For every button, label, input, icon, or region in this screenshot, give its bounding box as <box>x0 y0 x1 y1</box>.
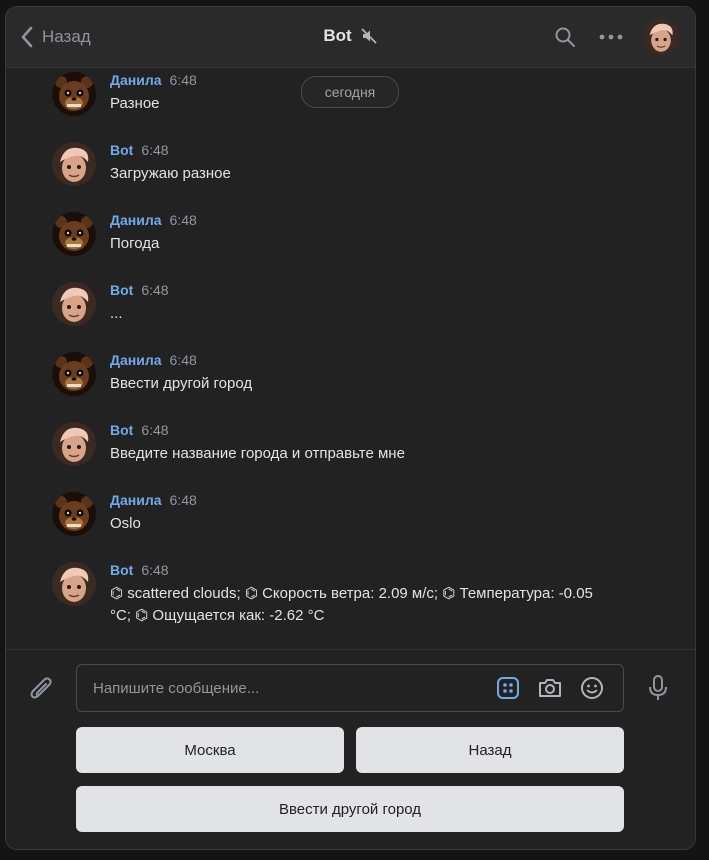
chat-title-text: Bot <box>323 26 352 45</box>
message-meta: Bot 6:48 <box>110 422 169 438</box>
message-input[interactable] <box>91 665 465 711</box>
search-icon <box>555 27 575 47</box>
message-meta: Данила 6:48 <box>110 72 197 88</box>
sender-name[interactable]: Bot <box>110 562 133 578</box>
keyboard-button-back[interactable]: Назад <box>356 727 624 773</box>
message-meta: Данила 6:48 <box>110 352 197 368</box>
attach-button[interactable] <box>28 674 56 707</box>
message-time: 6:48 <box>169 212 197 228</box>
composer: Москва Назад Ввести другой город <box>6 649 695 849</box>
message-text: Загружаю разное <box>110 165 231 182</box>
camera-icon <box>539 679 561 697</box>
message-text: Ввести другой город <box>110 375 253 392</box>
chat-avatar[interactable] <box>643 19 679 55</box>
message-text: Погода <box>110 235 160 252</box>
bot-avatar[interactable] <box>52 282 96 326</box>
mute-icon <box>361 28 377 44</box>
message-meta: Bot 6:48 <box>110 562 169 578</box>
keyboard-button[interactable] <box>493 673 523 703</box>
chat-window: Назад Bot сегодня Данила 6:48 Разное Bot… <box>5 6 696 850</box>
keyboard-button-other-city[interactable]: Ввести другой город <box>76 786 624 832</box>
message-meta: Bot 6:48 <box>110 142 169 158</box>
bot-avatar[interactable] <box>52 562 96 606</box>
user-avatar[interactable] <box>52 72 96 116</box>
message-text: Oslo <box>110 515 141 532</box>
message-meta: Данила 6:48 <box>110 212 197 228</box>
message-time: 6:48 <box>141 142 169 158</box>
message-time: 6:48 <box>169 352 197 368</box>
message-text: ... <box>110 305 123 322</box>
user-avatar[interactable] <box>52 352 96 396</box>
user-avatar[interactable] <box>52 212 96 256</box>
message-time: 6:48 <box>141 282 169 298</box>
bot-avatar[interactable] <box>52 422 96 466</box>
more-button[interactable] <box>597 23 625 51</box>
microphone-button[interactable] <box>646 674 670 707</box>
sender-name[interactable]: Данила <box>110 72 162 88</box>
microphone-icon <box>649 675 667 700</box>
message-text: Введите название города и отправьте мне <box>110 445 405 462</box>
keyboard-button-moscow[interactable]: Москва <box>76 727 344 773</box>
message-text: ⌬ scattered clouds; ⌬ Скорость ветра: 2.… <box>110 585 593 624</box>
camera-button[interactable] <box>535 673 565 703</box>
sender-name[interactable]: Bot <box>110 282 133 298</box>
message-time: 6:48 <box>169 492 197 508</box>
emoji-button[interactable] <box>577 673 607 703</box>
user-avatar[interactable] <box>52 492 96 536</box>
sender-name[interactable]: Данила <box>110 212 162 228</box>
message-time: 6:48 <box>141 562 169 578</box>
message-input-box <box>76 664 624 712</box>
more-icon <box>599 34 623 40</box>
chat-header: Назад Bot <box>6 7 695 68</box>
sender-name[interactable]: Данила <box>110 352 162 368</box>
search-button[interactable] <box>551 23 579 51</box>
sender-name[interactable]: Данила <box>110 492 162 508</box>
emoji-icon <box>581 677 603 699</box>
message-text: Разное <box>110 95 160 112</box>
message-time: 6:48 <box>169 72 197 88</box>
message-list[interactable]: сегодня Данила 6:48 Разное Bot 6:48 Загружаю … <box>6 68 695 648</box>
sender-name[interactable]: Bot <box>110 422 133 438</box>
message-meta: Bot 6:48 <box>110 282 169 298</box>
keyboard-icon <box>497 677 519 699</box>
message-meta: Данила 6:48 <box>110 492 197 508</box>
message-time: 6:48 <box>141 422 169 438</box>
bot-avatar[interactable] <box>52 142 96 186</box>
attach-icon <box>30 677 52 699</box>
sender-name[interactable]: Bot <box>110 142 133 158</box>
